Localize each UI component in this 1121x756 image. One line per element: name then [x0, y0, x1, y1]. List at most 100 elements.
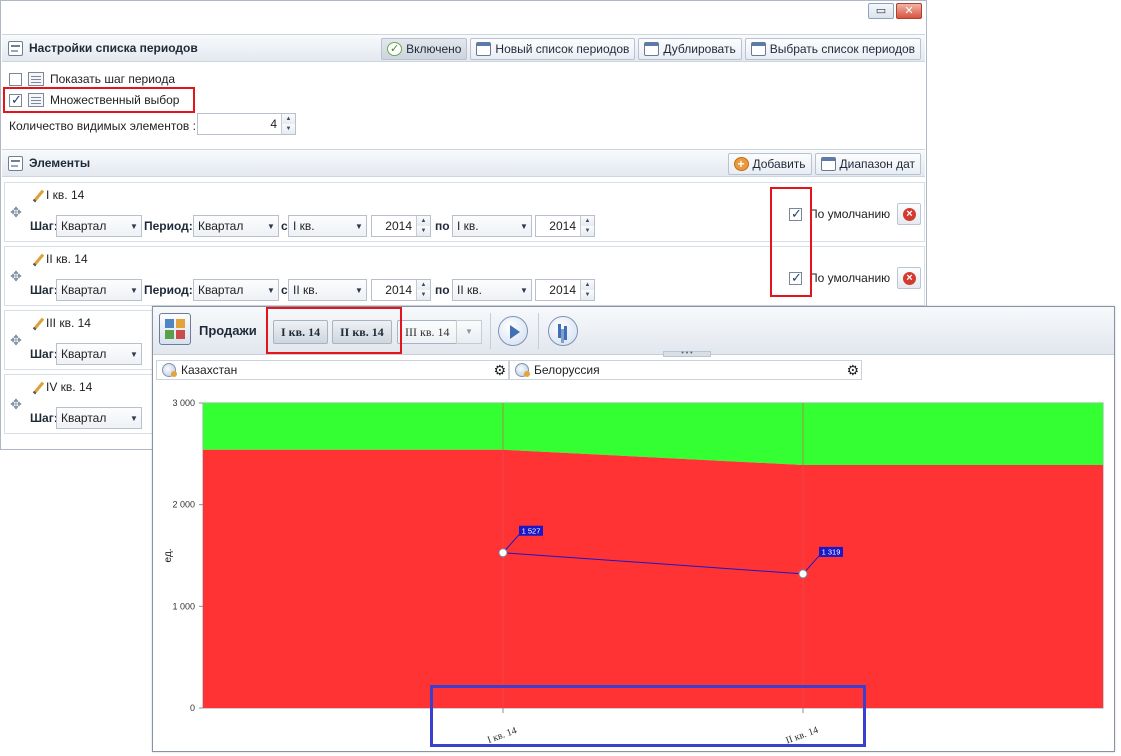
from-quarter-value: II кв.	[293, 283, 318, 297]
spinner-arrows[interactable]: ▲ ▼	[416, 280, 430, 300]
region-globe-icon	[515, 363, 530, 377]
restore-button[interactable]: ▭	[868, 3, 894, 19]
add-icon	[733, 157, 749, 171]
chart-settings-button[interactable]	[548, 316, 578, 346]
element-name[interactable]: I кв. 14	[33, 188, 84, 202]
play-button[interactable]	[498, 316, 528, 346]
date-range-button[interactable]: Диапазон дат	[814, 153, 921, 175]
gear-icon[interactable]: ⚙	[493, 362, 506, 378]
from-year-value[interactable]: 2014	[372, 283, 416, 297]
period-combo[interactable]: Квартал ▼	[193, 279, 279, 301]
close-button[interactable]: ✕	[896, 3, 922, 19]
chevron-down-icon: ▼	[355, 221, 363, 231]
spinner-arrows[interactable]: ▲ ▼	[580, 280, 594, 300]
settings-header: Настройки списка периодов Включено Новый…	[2, 34, 925, 62]
show-step-option[interactable]: Показать шаг периода	[9, 72, 175, 86]
spin-up-icon[interactable]: ▲	[282, 114, 295, 124]
to-year-spinner[interactable]: 2014 ▲ ▼	[535, 279, 595, 301]
spin-up-icon[interactable]: ▲	[581, 216, 594, 226]
spin-up-icon[interactable]: ▲	[417, 280, 430, 290]
delete-element-button[interactable]	[897, 203, 921, 225]
spin-down-icon[interactable]: ▼	[581, 226, 594, 236]
step-label: Шаг:	[30, 283, 58, 297]
spinner-arrows[interactable]: ▲ ▼	[416, 216, 430, 236]
choose-period-list-button[interactable]: Выбрать список периодов	[744, 38, 921, 60]
move-handle-icon[interactable]: ✥	[9, 333, 23, 347]
enabled-label: Включено	[406, 42, 462, 56]
from-quarter-combo[interactable]: I кв. ▼	[288, 215, 367, 237]
period-value: Квартал	[198, 283, 244, 297]
default-checkbox[interactable]	[789, 270, 802, 286]
to-quarter-combo[interactable]: I кв. ▼	[452, 215, 532, 237]
from-year-value[interactable]: 2014	[372, 219, 416, 233]
period-button-q3[interactable]: III кв. 14	[397, 320, 458, 344]
period-button-q2[interactable]: II кв. 14	[332, 320, 392, 344]
step-combo[interactable]: Квартал ▼	[56, 279, 142, 301]
show-step-checkbox[interactable]	[9, 72, 22, 86]
multi-select-label: Множественный выбор	[50, 93, 180, 107]
step-combo[interactable]: Квартал ▼	[56, 215, 142, 237]
period-combo[interactable]: Квартал ▼	[193, 215, 279, 237]
y-axis-label: ед.	[163, 549, 174, 563]
to-label: по	[435, 283, 450, 297]
enabled-toggle-button[interactable]: Включено	[381, 38, 468, 60]
region-tab-kazakhstan[interactable]: Казахстан ⚙	[156, 360, 509, 380]
date-range-icon	[820, 157, 836, 171]
settings-title: Настройки списка периодов	[8, 40, 198, 56]
chevron-down-icon: ▼	[130, 221, 138, 231]
period-label: II кв. 14	[340, 324, 384, 339]
spin-down-icon[interactable]: ▼	[581, 290, 594, 300]
visible-count-spinner[interactable]: 4 ▲ ▼	[197, 113, 296, 135]
spin-down-icon[interactable]: ▼	[282, 124, 295, 134]
area-series-red	[203, 449, 1103, 708]
move-handle-icon[interactable]: ✥	[9, 205, 23, 219]
step-label: Шаг:	[30, 411, 58, 425]
step-value: Квартал	[61, 283, 107, 297]
element-name[interactable]: II кв. 14	[33, 252, 88, 266]
multi-select-option[interactable]: Множественный выбор	[9, 92, 180, 108]
from-year-spinner[interactable]: 2014 ▲ ▼	[371, 279, 431, 301]
period-button-q1[interactable]: I кв. 14	[273, 320, 329, 344]
visible-count-value[interactable]: 4	[198, 117, 281, 131]
new-period-list-button[interactable]: Новый список периодов	[470, 38, 636, 60]
line-point	[798, 569, 808, 579]
spin-down-icon[interactable]: ▼	[417, 290, 430, 300]
region-tab-belarus[interactable]: Белоруссия ⚙	[509, 360, 862, 380]
spinner-arrows[interactable]: ▲ ▼	[281, 114, 295, 134]
spin-up-icon[interactable]: ▲	[581, 280, 594, 290]
spin-up-icon[interactable]: ▲	[417, 216, 430, 226]
to-quarter-combo[interactable]: II кв. ▼	[452, 279, 532, 301]
period-label: III кв. 14	[405, 324, 450, 339]
from-label: с	[281, 283, 288, 297]
choose-list-icon	[750, 42, 766, 56]
element-row: II кв. 14 ✥ Шаг: Квартал ▼ Период: Кварта…	[4, 246, 925, 306]
from-quarter-combo[interactable]: II кв. ▼	[288, 279, 367, 301]
resize-grip[interactable]: • • •	[663, 350, 711, 357]
from-year-spinner[interactable]: 2014 ▲ ▼	[371, 215, 431, 237]
add-element-button[interactable]: Добавить	[727, 153, 812, 175]
show-step-label: Показать шаг периода	[50, 72, 175, 86]
toolbar-separator	[538, 313, 539, 349]
default-checkbox[interactable]	[789, 206, 802, 222]
to-year-spinner[interactable]: 2014 ▲ ▼	[535, 215, 595, 237]
step-combo[interactable]: Квартал ▼	[56, 343, 142, 365]
multi-select-checkbox[interactable]	[9, 92, 22, 108]
element-name[interactable]: III кв. 14	[33, 316, 91, 330]
move-handle-icon[interactable]: ✥	[9, 397, 23, 411]
visible-count-label: Количество видимых элементов :	[9, 119, 196, 133]
period-dropdown-icon[interactable]: ▼	[456, 320, 482, 344]
duplicate-button[interactable]: Дублировать	[638, 38, 742, 60]
to-quarter-value: II кв.	[457, 283, 482, 297]
move-handle-icon[interactable]: ✥	[9, 269, 23, 283]
element-name[interactable]: IV кв. 14	[33, 380, 92, 394]
settings-toolbar: Включено Новый список периодов Дублирова…	[381, 38, 921, 60]
spin-down-icon[interactable]: ▼	[417, 226, 430, 236]
to-year-value[interactable]: 2014	[536, 283, 580, 297]
delete-element-button[interactable]	[897, 267, 921, 289]
step-combo[interactable]: Квартал ▼	[56, 407, 142, 429]
gear-icon[interactable]: ⚙	[846, 362, 859, 378]
data-label: 1 527	[522, 526, 541, 535]
spinner-arrows[interactable]: ▲ ▼	[580, 216, 594, 236]
to-year-value[interactable]: 2014	[536, 219, 580, 233]
element-name-text: IV кв. 14	[46, 380, 93, 394]
